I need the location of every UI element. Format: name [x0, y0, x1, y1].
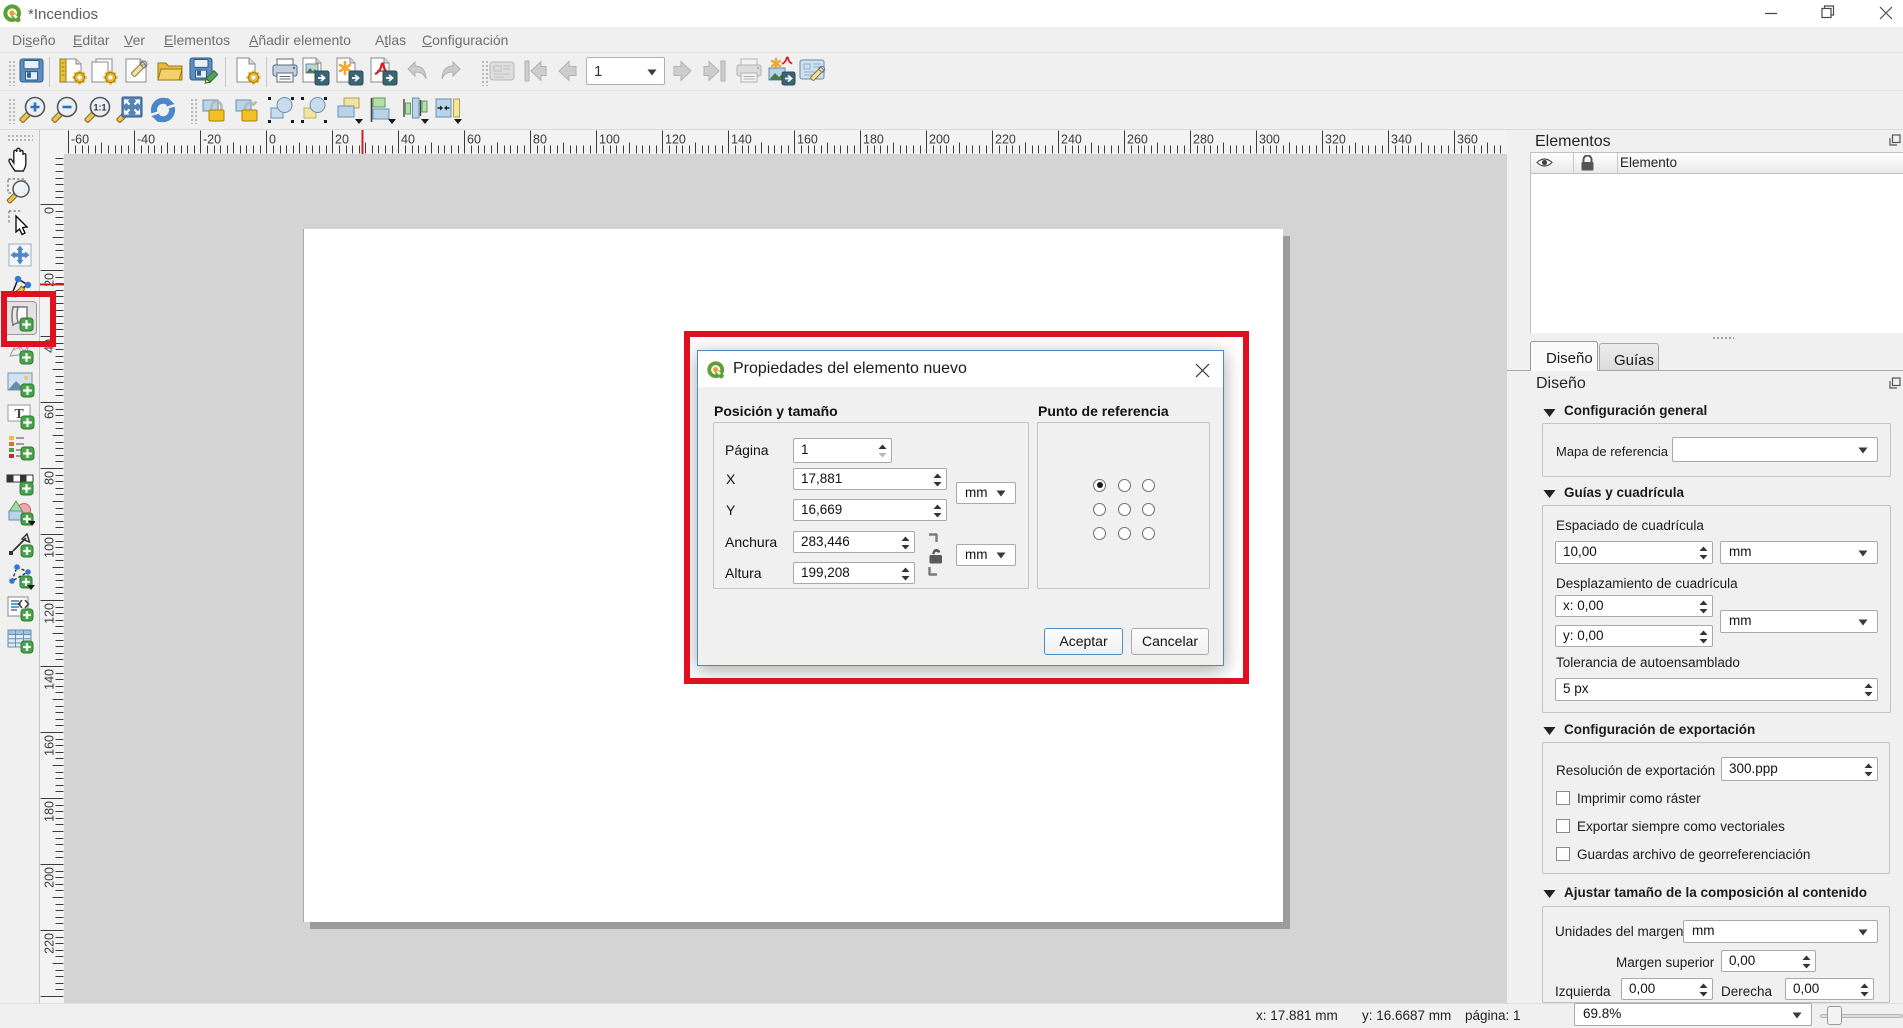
- svg-text:100: 100: [43, 537, 57, 558]
- svg-text:20: 20: [335, 133, 349, 147]
- svg-text:360: 360: [1457, 133, 1478, 147]
- svg-text:340: 340: [1391, 133, 1412, 147]
- svg-text:0: 0: [269, 133, 276, 147]
- svg-text:220: 220: [995, 133, 1016, 147]
- svg-text:200: 200: [929, 133, 950, 147]
- svg-text:-60: -60: [71, 133, 89, 147]
- svg-text:1:1: 1:1: [93, 103, 106, 113]
- svg-text:260: 260: [1127, 133, 1148, 147]
- svg-text:140: 140: [43, 669, 57, 690]
- svg-text:-20: -20: [203, 133, 221, 147]
- svg-text:80: 80: [533, 133, 547, 147]
- svg-text:120: 120: [43, 603, 57, 624]
- svg-text:240: 240: [1061, 133, 1082, 147]
- svg-text:60: 60: [467, 133, 481, 147]
- svg-text:40: 40: [401, 133, 415, 147]
- svg-text:160: 160: [43, 735, 57, 756]
- svg-text:120: 120: [665, 133, 686, 147]
- svg-text:60: 60: [43, 405, 57, 419]
- svg-text:300: 300: [1259, 133, 1280, 147]
- svg-text:0: 0: [43, 207, 57, 214]
- svg-text:-40: -40: [137, 133, 155, 147]
- svg-text:140: 140: [731, 133, 752, 147]
- svg-text:80: 80: [43, 471, 57, 485]
- svg-text:180: 180: [43, 801, 57, 822]
- svg-text:280: 280: [1193, 133, 1214, 147]
- svg-text:160: 160: [797, 133, 818, 147]
- svg-text:180: 180: [863, 133, 884, 147]
- svg-text:200: 200: [43, 867, 57, 888]
- svg-text:320: 320: [1325, 133, 1346, 147]
- svg-text:100: 100: [599, 133, 620, 147]
- svg-text:220: 220: [43, 933, 57, 954]
